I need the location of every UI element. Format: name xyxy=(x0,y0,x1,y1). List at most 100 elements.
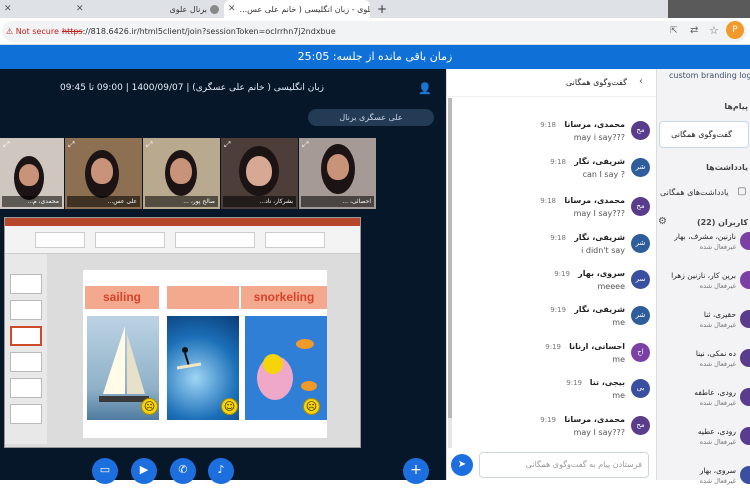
webcam-name: صالح پور، ... xyxy=(145,196,218,207)
browser-tab-1[interactable]: ✕ برنال علوی xyxy=(72,0,222,18)
message-avatar: شر xyxy=(631,234,650,253)
url-box[interactable]: ⚠ Not secure https://818.6426.ir/html5cl… xyxy=(2,21,747,42)
translate-icon[interactable]: ⇄ xyxy=(690,25,698,36)
user-name: سروی، بهار xyxy=(699,466,736,475)
user-name: رودی، عطیه xyxy=(697,427,736,436)
expand-icon[interactable]: ⤢ xyxy=(68,140,74,150)
user-name: نازنین، مشرف، بهار xyxy=(674,232,736,241)
happy-smiley-icon: ☺ xyxy=(221,398,238,415)
tab-title: علوی - زبان انگلیسی ( خانم علی عس... xyxy=(239,4,370,14)
message-text: me xyxy=(612,355,625,364)
bookmark-star-icon[interactable]: ☆ xyxy=(709,24,719,37)
user-status: غیرفعال شده xyxy=(699,360,736,368)
message-sender: محمدی، مرسانا xyxy=(564,120,625,129)
message-avatar: شر xyxy=(631,158,650,177)
message-avatar: مح xyxy=(631,121,650,140)
user-name: ده نمکی، نینا xyxy=(695,349,736,358)
phone-button[interactable]: ✆ xyxy=(170,458,196,484)
slide-word-sailing: sailing xyxy=(85,286,159,309)
share-icon[interactable]: ⇱ xyxy=(670,26,678,36)
user-avatar xyxy=(740,271,750,289)
shared-notes-item[interactable]: ▢ یادداشت‌های همگانی xyxy=(660,186,747,197)
close-tab-icon[interactable]: ✕ xyxy=(228,4,236,14)
message-avatar: مح xyxy=(631,197,650,216)
user-avatar xyxy=(740,349,750,367)
not-secure-text: Not secure xyxy=(15,27,59,36)
chat-scroll-thumb[interactable] xyxy=(448,98,452,418)
camera-button[interactable]: ▶ xyxy=(131,458,157,484)
message-sender: بیجی، تنا xyxy=(589,378,625,387)
chat-message: مح محمدی، مرسانا 9:18 may I say??? xyxy=(460,195,650,233)
chat-message: شر شریفی، نگار 9:18 can I say ? xyxy=(460,156,650,194)
url-text[interactable]: https://818.6426.ir/html5client/join?ses… xyxy=(62,27,336,36)
browser-tab-0[interactable]: ✕ xyxy=(0,0,70,18)
message-time: 9:19 xyxy=(550,306,566,314)
user-list-item[interactable]: برین کار، نازنین زهرا غیرفعال شده xyxy=(660,267,750,303)
messages-heading: پیام‌ها xyxy=(724,102,748,111)
slide-word-snorkeling: snorkeling xyxy=(241,286,327,309)
webcam-name: احصائی، ... xyxy=(301,196,374,207)
expand-icon[interactable]: ⤢ xyxy=(302,140,308,150)
message-sender: سروی، بهار xyxy=(578,269,625,278)
close-tab-icon[interactable]: ✕ xyxy=(76,4,84,14)
chat-message: اح احسانی، ارنانا 9:19 me xyxy=(460,341,650,379)
gear-icon[interactable]: ⚙ xyxy=(658,216,667,227)
message-avatar: مح xyxy=(631,416,650,435)
user-list-item[interactable]: نازنین، مشرف، بهار غیرفعال شده xyxy=(660,228,750,264)
user-list-item[interactable]: ده نمکی، نینا غیرفعال شده xyxy=(660,345,750,381)
not-secure-label[interactable]: ⚠ Not secure xyxy=(6,27,59,36)
user-list-item[interactable]: رودی، عطیه غیرفعال شده xyxy=(660,423,750,459)
message-time: 9:19 xyxy=(566,379,582,387)
message-sender: محمدی، مرسانا xyxy=(564,415,625,424)
sad-smiley-icon: ☹ xyxy=(303,398,320,415)
chevron-left-icon[interactable]: ‹ xyxy=(639,76,643,87)
user-list-item[interactable]: رودی، عاطفه غیرفعال شده xyxy=(660,384,750,420)
webcam-tile[interactable]: ⤢ احصائی، ... xyxy=(299,138,376,209)
message-time: 9:18 xyxy=(540,121,556,129)
shared-presentation: sailing snorkeling ☹ ☺ ☹ xyxy=(4,217,361,448)
shared-notes-label: یادداشت‌های همگانی xyxy=(660,188,729,197)
browser-tab-active[interactable]: ✕ علوی - زبان انگلیسی ( خانم علی عس... xyxy=(224,0,370,18)
send-message-button[interactable]: ➤ xyxy=(451,454,473,476)
custom-branding-logo: custom branding logo xyxy=(669,71,750,80)
url-path: ://818.6426.ir/html5client/join?sessionT… xyxy=(82,27,336,36)
user-name: برین کار، نازنین زهرا xyxy=(671,271,736,280)
message-text: me xyxy=(612,318,625,327)
webcam-tile[interactable]: ⤢ صالح پور، ... xyxy=(143,138,220,209)
webcam-tile[interactable]: ⤢ علی عس... xyxy=(65,138,142,209)
ppt-title-bar xyxy=(5,218,360,226)
webcam-tile[interactable]: ⤢ محمدی، م... xyxy=(0,138,64,209)
expand-icon[interactable]: ⤢ xyxy=(146,140,152,150)
user-avatar xyxy=(740,388,750,406)
message-sender: شریفی، نگار xyxy=(574,233,625,242)
public-chat-item[interactable]: گفت‌وگوی همگانی xyxy=(659,121,749,148)
user-status: غیرفعال شده xyxy=(699,243,736,251)
user-status: غیرفعال شده xyxy=(699,438,736,446)
address-bar: ⚠ Not secure https://818.6426.ir/html5cl… xyxy=(0,18,750,45)
user-status: غیرفعال شده xyxy=(699,399,736,407)
user-profile-icon[interactable]: 👤 xyxy=(418,82,432,95)
url-scheme: https xyxy=(62,27,83,36)
microphone-button[interactable]: ♪ xyxy=(208,458,234,484)
expand-icon[interactable]: ⤢ xyxy=(3,140,9,150)
users-heading: کاربران (22) xyxy=(696,218,748,227)
webcam-tile[interactable]: ⤢ بشرکار، ناد... xyxy=(221,138,298,209)
message-text: may I say??? xyxy=(573,428,625,437)
chat-message-input[interactable]: فرستادن پیام به گفت‌وگوی همگانی xyxy=(479,452,649,478)
meeting-title: زبان انگلیسی ( خانم علی عسگری) | 1400/09… xyxy=(60,83,324,93)
sad-smiley-icon: ☹ xyxy=(141,398,158,415)
expand-icon[interactable]: ⤢ xyxy=(224,140,230,150)
close-tab-icon[interactable]: ✕ xyxy=(4,4,12,14)
user-list-item[interactable]: حقیری، ثنا غیرفعال شده xyxy=(660,306,750,342)
actions-plus-button[interactable]: + xyxy=(403,458,429,484)
chat-message: مح محمدی، مرسانا 9:18 may i say??? xyxy=(460,119,650,157)
tab-favicon-icon xyxy=(210,4,219,14)
ppt-thumbnails xyxy=(5,254,47,444)
profile-avatar[interactable]: P xyxy=(726,21,744,39)
session-timer: زمان باقی مانده از جلسه: 25:05 xyxy=(0,45,750,69)
user-list-item[interactable]: سروی، بهار غیرفعال شده xyxy=(660,462,750,498)
message-sender: شریفی، نگار xyxy=(574,305,625,314)
share-screen-button[interactable]: ▭ xyxy=(92,458,118,484)
new-tab-button[interactable]: + xyxy=(374,1,390,17)
user-avatar xyxy=(740,466,750,484)
